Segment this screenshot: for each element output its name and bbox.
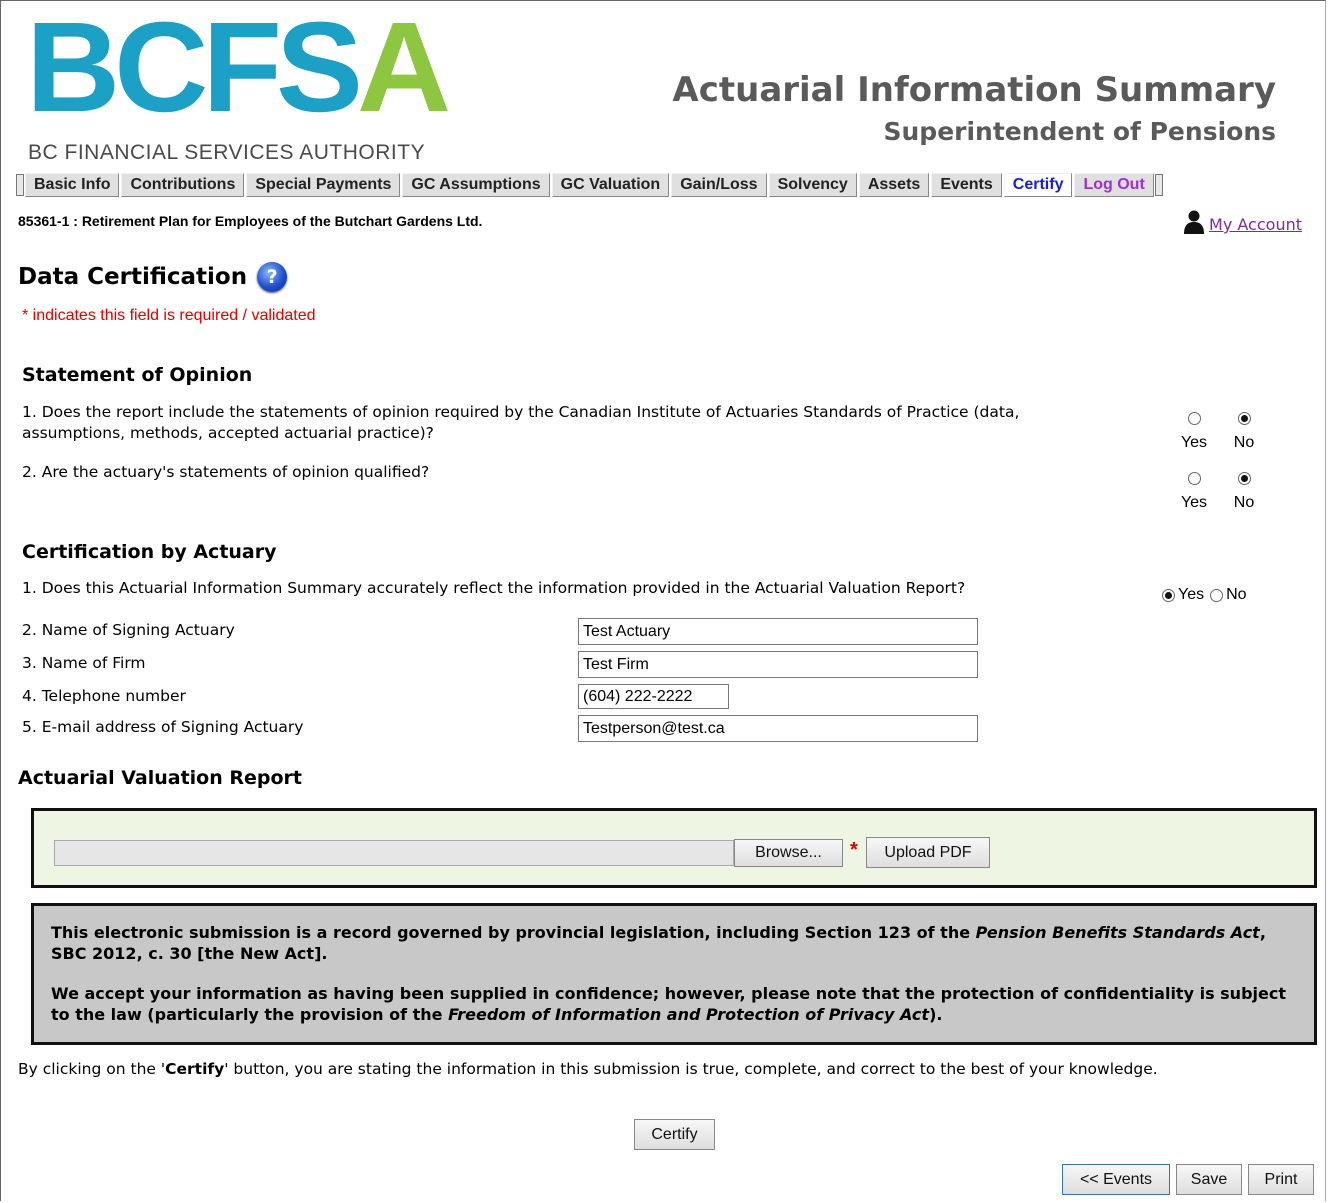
nav-solvency[interactable]: Solvency <box>768 173 857 197</box>
nav-special-payments[interactable]: Special Payments <box>246 173 401 197</box>
firm-name-field[interactable]: Test Firm <box>578 651 978 678</box>
save-button[interactable]: Save <box>1176 1164 1242 1195</box>
file-path-field[interactable] <box>54 840 734 866</box>
opinion-q1-no-radio[interactable] <box>1237 412 1251 426</box>
opinion-q2-yes[interactable]: Yes <box>1178 470 1210 512</box>
required-note: * indicates this field is required / val… <box>22 307 316 324</box>
nav-left-cap <box>16 174 24 196</box>
legal-notice: This electronic submission is a record g… <box>31 903 1317 1045</box>
logo-letters: BCFS <box>26 0 363 139</box>
certification-question-3: 3. Name of Firm <box>22 654 146 672</box>
certify-statement-bold: Certify <box>165 1060 225 1078</box>
certification-question-2: 2. Name of Signing Actuary <box>22 621 235 639</box>
opinion-q2-yes-label: Yes <box>1180 494 1208 511</box>
certification-question-4: 4. Telephone number <box>22 687 186 705</box>
nav-gc-assumptions[interactable]: GC Assumptions <box>402 173 550 197</box>
opinion-q1-yes-label: Yes <box>1180 434 1208 451</box>
opinion-question-2: 2. Are the actuary's statements of opini… <box>22 463 430 481</box>
certify-button[interactable]: Certify <box>634 1119 715 1150</box>
certification-question-5: 5. E-mail address of Signing Actuary <box>22 718 304 736</box>
section-heading-certification: Certification by Actuary <box>22 541 277 563</box>
page-header-subtitle: Superintendent of Pensions <box>883 117 1277 146</box>
certification-q1-no-label: No <box>1226 586 1247 603</box>
opinion-q2-no[interactable]: No <box>1230 470 1258 512</box>
opinion-question-1-line2: assumptions, methods, accepted actuarial… <box>22 424 434 442</box>
nav-right-cap <box>1154 174 1163 196</box>
required-star: * <box>850 839 858 861</box>
section-heading-opinion: Statement of Opinion <box>22 364 253 386</box>
help-icon[interactable]: ? <box>257 262 288 292</box>
page-header-title: Actuarial Information Summary <box>672 70 1276 110</box>
nav-contributions[interactable]: Contributions <box>121 173 245 197</box>
back-to-events-button[interactable]: << Events <box>1062 1164 1170 1195</box>
signing-actuary-name-field[interactable]: Test Actuary <box>578 618 978 645</box>
nav-gain-loss[interactable]: Gain/Loss <box>671 173 767 197</box>
section-heading-report: Actuarial Valuation Report <box>18 767 302 789</box>
plan-name: 85361-1 : Retirement Plan for Employees … <box>18 213 483 229</box>
nav-events[interactable]: Events <box>931 173 1002 197</box>
nav-gc-valuation[interactable]: GC Valuation <box>551 173 670 197</box>
certification-q1-no-radio[interactable] <box>1210 588 1224 602</box>
nav-basic-info[interactable]: Basic Info <box>25 173 120 197</box>
legal-notice-paragraph-2: We accept your information as having bee… <box>51 983 1297 1025</box>
telephone-field[interactable]: (604) 222-2222 <box>578 684 729 709</box>
certification-question-1: 1. Does this Actuarial Information Summa… <box>22 579 966 597</box>
certification-q1-yes-radio[interactable] <box>1162 588 1175 602</box>
nav-assets[interactable]: Assets <box>858 173 930 197</box>
notice-act-name: Pension Benefits Standards Act <box>975 923 1260 942</box>
page-title-text: Data Certification <box>18 264 248 290</box>
email-field[interactable]: Testperson@test.ca <box>578 715 978 742</box>
page-title: Data Certification ? <box>18 262 288 292</box>
notice-p1-text: This electronic submission is a record g… <box>51 923 976 942</box>
opinion-q2-yes-radio[interactable] <box>1187 472 1201 486</box>
certify-statement-tail: ' button, you are stating the informatio… <box>224 1060 1158 1078</box>
print-button[interactable]: Print <box>1248 1164 1314 1195</box>
opinion-q1-no-label: No <box>1233 434 1255 451</box>
opinion-q2-no-label: No <box>1233 494 1255 511</box>
nav-certify[interactable]: Certify <box>1003 173 1073 197</box>
my-account[interactable]: My Account <box>1183 210 1302 234</box>
main-nav: Basic Info Contributions Special Payment… <box>16 173 1163 197</box>
opinion-question-1-line1: 1. Does the report include the statement… <box>22 403 1020 421</box>
opinion-question-1: 1. Does the report include the statement… <box>22 402 1172 444</box>
logo-accent-letter: A <box>356 0 451 139</box>
upload-pdf-button[interactable]: Upload PDF <box>866 837 990 868</box>
opinion-q1-no[interactable]: No <box>1230 410 1258 452</box>
certification-q1-options: Yes No <box>1162 586 1247 604</box>
logo-subtitle: BC FINANCIAL SERVICES AUTHORITY <box>28 141 426 164</box>
notice-p2-tail: ). <box>929 1005 943 1024</box>
legal-notice-paragraph-1: This electronic submission is a record g… <box>51 922 1297 964</box>
upload-panel: Browse... * Upload PDF <box>31 808 1317 888</box>
browse-button[interactable]: Browse... <box>734 839 843 867</box>
opinion-q1-yes[interactable]: Yes <box>1178 410 1210 452</box>
opinion-q1-yes-radio[interactable] <box>1187 412 1201 426</box>
notice-foi-act-name: Freedom of Information and Protection of… <box>448 1005 930 1024</box>
bcfsa-logo: BCFSA <box>26 4 451 132</box>
person-icon <box>1184 210 1205 234</box>
certify-statement-text: By clicking on the ' <box>18 1060 166 1078</box>
opinion-q2-no-radio[interactable] <box>1237 472 1251 486</box>
my-account-link[interactable]: My Account <box>1209 215 1302 234</box>
certify-statement: By clicking on the 'Certify' button, you… <box>18 1059 1248 1080</box>
certification-q1-yes-label: Yes <box>1178 586 1205 603</box>
nav-log-out[interactable]: Log Out <box>1074 173 1154 197</box>
